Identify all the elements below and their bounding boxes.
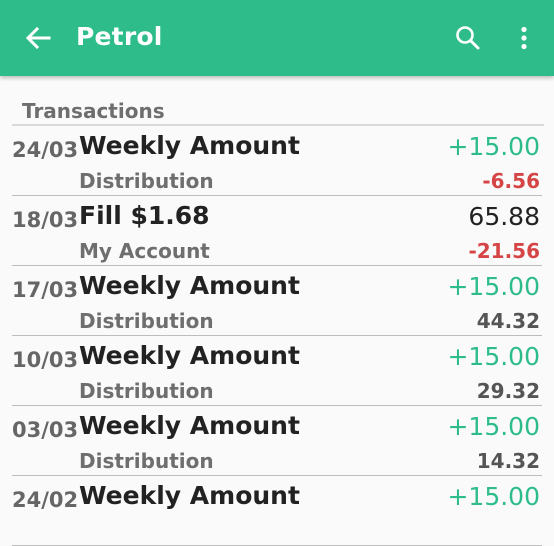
transaction-list: 24/03 Weekly Amount +15.00 Distribution -6.5…	[0, 126, 554, 546]
running-balance: -21.56	[468, 239, 540, 263]
transaction-amount: +15.00	[447, 272, 540, 301]
transaction-row[interactable]: 24/02 Weekly Amount +15.00	[0, 476, 554, 546]
transaction-account: My Account	[79, 239, 210, 263]
transaction-description: Weekly Amount	[79, 131, 300, 160]
transaction-amount: +15.00	[447, 482, 540, 511]
running-balance: -6.56	[482, 169, 540, 193]
transaction-row[interactable]: 17/03 Weekly Amount +15.00 Distribution 44.3…	[0, 266, 554, 336]
transaction-account: Distribution	[79, 379, 214, 403]
running-balance: 29.32	[476, 379, 540, 403]
transaction-row[interactable]: 24/03 Weekly Amount +15.00 Distribution -6.5…	[0, 126, 554, 196]
transaction-row[interactable]: 03/03 Weekly Amount +15.00 Distribution 14.3…	[0, 406, 554, 476]
transaction-account: Distribution	[79, 309, 214, 333]
page-title: Petrol	[76, 22, 163, 51]
transaction-description: Weekly Amount	[79, 481, 300, 510]
back-button[interactable]	[18, 20, 58, 56]
transaction-description: Weekly Amount	[79, 271, 300, 300]
running-balance: 44.32	[476, 309, 540, 333]
transaction-amount: +15.00	[447, 342, 540, 371]
transaction-description: Fill $1.68	[79, 201, 210, 230]
transaction-account: Distribution	[79, 169, 214, 193]
transaction-description: Weekly Amount	[79, 411, 300, 440]
more-vert-icon	[521, 26, 527, 50]
app-bar: Petrol	[0, 0, 554, 76]
transaction-date: 24/02	[12, 488, 79, 512]
transaction-amount: +15.00	[447, 412, 540, 441]
search-icon	[456, 26, 480, 50]
transaction-amount: +15.00	[447, 132, 540, 161]
running-balance: 14.32	[476, 449, 540, 473]
search-button[interactable]	[448, 18, 488, 58]
section-header: Transactions	[22, 99, 165, 123]
transaction-date: 24/03	[12, 138, 79, 162]
overflow-menu-button[interactable]	[508, 18, 540, 58]
arrow-left-icon	[25, 26, 51, 50]
transaction-row[interactable]: 10/03 Weekly Amount +15.00 Distribution 29.3…	[0, 336, 554, 406]
transaction-row[interactable]: 18/03 Fill $1.68 65.88 My Account -21.56	[0, 196, 554, 266]
transaction-date: 10/03	[12, 348, 79, 372]
transaction-date: 03/03	[12, 418, 79, 442]
transaction-description: Weekly Amount	[79, 341, 300, 370]
transaction-date: 18/03	[12, 208, 79, 232]
transaction-account: Distribution	[79, 449, 214, 473]
transaction-amount: 65.88	[468, 202, 540, 231]
transaction-date: 17/03	[12, 278, 79, 302]
